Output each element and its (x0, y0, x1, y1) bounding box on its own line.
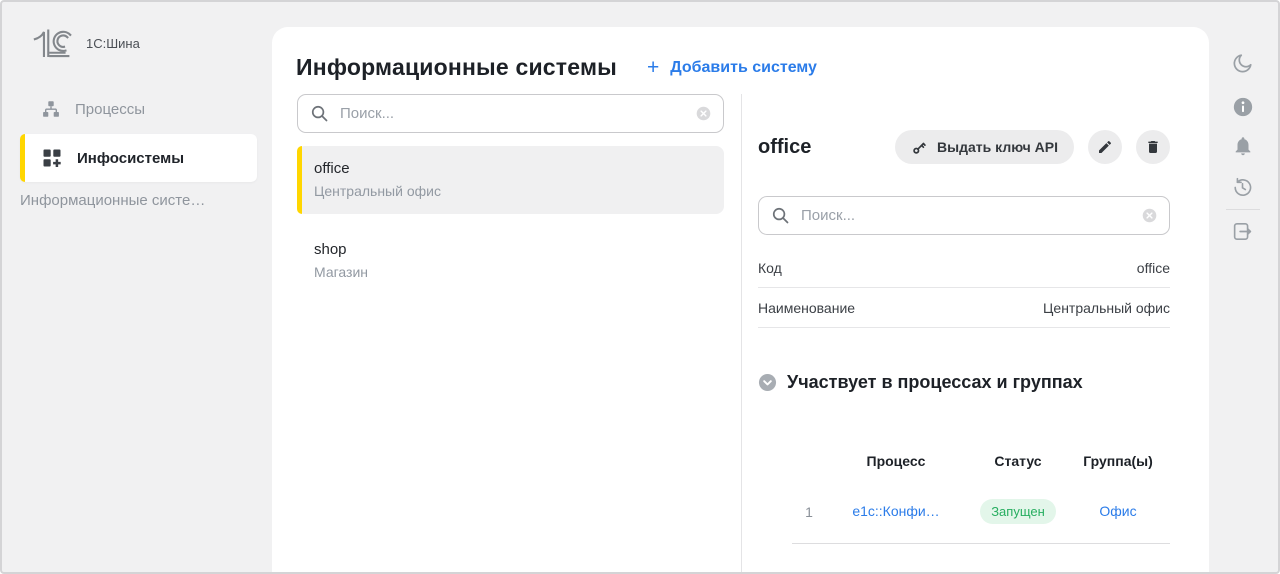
detail-header: office Выдать ключ API (758, 130, 1170, 164)
search-icon (772, 207, 789, 224)
notifications-button[interactable] (1232, 135, 1254, 157)
processes-table: Процесс Статус Группа(ы) 1 e1c::Конфи… З… (792, 453, 1170, 544)
search-icon (311, 105, 328, 122)
add-system-label: Добавить систему (670, 58, 817, 76)
theme-toggle-button[interactable] (1231, 52, 1254, 75)
property-value: Центральный офис (1043, 299, 1170, 316)
sidebar-item-label: Инфосистемы (77, 149, 185, 167)
grid-add-icon (43, 149, 61, 167)
column-header-groups: Группа(ы) (1083, 453, 1153, 469)
search-clear-button[interactable] (695, 105, 712, 122)
page-title: Информационные системы (296, 54, 618, 80)
table-row: 1 e1c::Конфи… Запущен Офис (792, 499, 1170, 544)
chevron-down-circle-icon (758, 373, 777, 392)
systems-search (297, 94, 724, 133)
property-value: office (1136, 259, 1170, 276)
detail-search (758, 196, 1170, 235)
detail-search-input[interactable] (801, 207, 1141, 224)
detail-actions: Выдать ключ API (895, 130, 1170, 164)
properties-list: Код office Наименование Центральный офис (758, 248, 1170, 328)
system-name: Магазин (314, 264, 369, 280)
sidebar-item-label: Процессы (75, 100, 146, 118)
system-code: shop (314, 241, 347, 258)
clear-circle-icon (1142, 208, 1157, 223)
column-header-process: Процесс (866, 453, 926, 469)
info-button[interactable] (1232, 96, 1254, 118)
systems-search-input[interactable] (340, 105, 695, 122)
search-clear-button[interactable] (1141, 207, 1158, 224)
property-row-code: Код office (758, 248, 1170, 288)
row-number: 1 (805, 503, 813, 520)
main-panel: Информационные системы + Добавить систем… (272, 27, 1209, 572)
app-window: 1С:Шина Процессы Инфосистемы Информацион… (0, 0, 1280, 574)
history-button[interactable] (1231, 176, 1254, 199)
content-columns: office Центральный офис shop Магазин off… (272, 94, 1209, 572)
key-icon (913, 142, 926, 154)
pencil-icon (1099, 140, 1112, 153)
sidebar-item-processes[interactable]: Процессы (2, 86, 272, 132)
history-icon (1234, 177, 1252, 196)
system-detail-column: office Выдать ключ API Поиск... Код offi… (742, 94, 1209, 572)
logout-button[interactable] (1231, 220, 1254, 243)
brand: 1С:Шина (32, 26, 272, 60)
sidebar-nav: Процессы Инфосистемы Информационные сист… (2, 86, 272, 209)
info-icon (1233, 97, 1252, 117)
property-row-name: Наименование Центральный офис (758, 288, 1170, 328)
sidebar-item-infosystems[interactable]: Инфосистемы (20, 134, 257, 182)
add-system-button[interactable]: + Добавить систему (647, 57, 817, 78)
toolbar-divider (1225, 209, 1260, 210)
edit-button[interactable] (1088, 130, 1122, 164)
system-code: office (314, 160, 350, 177)
property-label: Код (758, 259, 782, 276)
moon-icon (1233, 54, 1252, 73)
right-toolbar (1207, 2, 1278, 572)
delete-button[interactable] (1136, 130, 1170, 164)
issue-api-key-button[interactable]: Выдать ключ API (895, 130, 1074, 164)
process-link[interactable]: e1c::Конфи… (852, 503, 939, 519)
brand-name: 1С:Шина (86, 35, 140, 51)
participation-section-header: Участвует в процессах и группах (758, 372, 1170, 393)
bell-icon (1235, 137, 1250, 156)
section-title: Участвует в процессах и группах (787, 372, 1083, 392)
list-item-shop[interactable]: shop Магазин (297, 227, 724, 295)
1c-logo-icon (33, 29, 72, 58)
plus-icon: + (647, 56, 660, 79)
system-name: Центральный офис (314, 183, 441, 199)
status-badge: Запущен (980, 499, 1056, 524)
sitemap-icon (43, 101, 59, 117)
systems-list: office Центральный офис shop Магазин (297, 146, 724, 295)
trash-icon (1148, 141, 1158, 153)
property-label: Наименование (758, 299, 856, 316)
main-header: Информационные системы + Добавить систем… (272, 27, 1209, 81)
group-link[interactable]: Офис (1099, 503, 1136, 519)
column-header-status: Статус (994, 453, 1042, 469)
detail-title: office (758, 135, 812, 158)
table-header-row: Процесс Статус Группа(ы) (792, 453, 1170, 469)
sidebar: 1С:Шина Процессы Инфосистемы Информацион… (2, 2, 272, 572)
systems-list-column: office Центральный офис shop Магазин (272, 94, 742, 572)
clear-circle-icon (696, 106, 711, 121)
list-item-office[interactable]: office Центральный офис (297, 146, 724, 214)
issue-api-key-label: Выдать ключ API (937, 139, 1058, 155)
logout-icon (1233, 223, 1252, 240)
sidebar-subitem-infosystems[interactable]: Информационные систе… (20, 192, 254, 209)
collapse-section-button[interactable] (758, 373, 777, 392)
